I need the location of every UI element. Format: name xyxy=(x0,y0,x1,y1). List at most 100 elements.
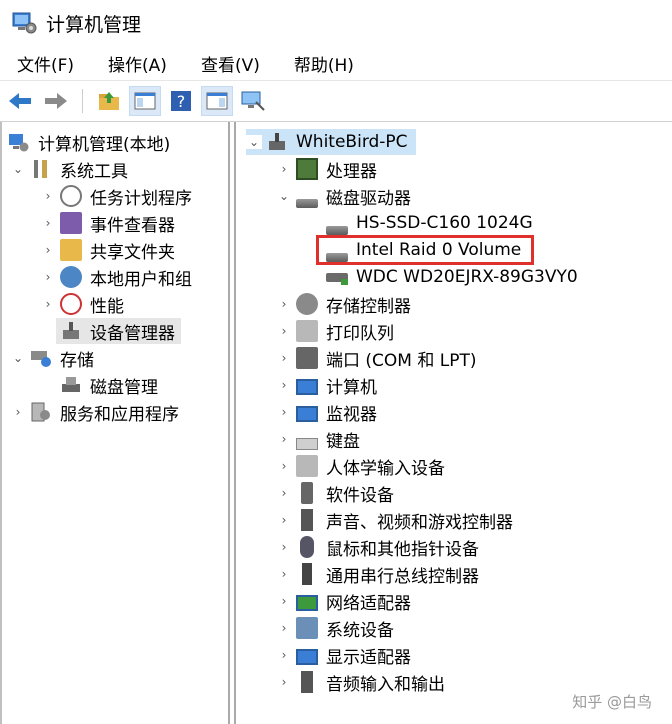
tree-item-computer[interactable]: › 计算机 xyxy=(276,372,379,398)
keyboard-icon xyxy=(296,438,318,450)
tree-item-whitebird-pc[interactable]: ⌄ WhiteBird-PC xyxy=(246,129,416,155)
chevron-right-icon[interactable]: › xyxy=(40,243,56,257)
tree-item-services-applications[interactable]: › 服务和应用程序 xyxy=(10,399,181,425)
show-hide-tree-icon[interactable] xyxy=(129,86,161,116)
chevron-right-icon[interactable]: › xyxy=(276,621,292,635)
chevron-right-icon[interactable]: › xyxy=(276,567,292,581)
printer-icon xyxy=(296,320,318,342)
tree-item-monitors[interactable]: › 监视器 xyxy=(276,399,379,425)
clock-icon xyxy=(60,185,82,207)
system-device-icon xyxy=(296,617,318,639)
computer-icon xyxy=(296,379,318,395)
usb-icon xyxy=(302,563,312,585)
chevron-right-icon[interactable]: › xyxy=(276,675,292,689)
disk-drive-icon xyxy=(326,225,348,235)
computer-management-icon xyxy=(8,131,30,153)
tree-item-mice[interactable]: › 鼠标和其他指针设备 xyxy=(276,534,481,560)
tree-item-disk-wdc[interactable]: WDC WD20EJRX-89G3VY0 xyxy=(322,264,580,290)
network-adapter-icon xyxy=(296,595,318,611)
tree-item-usb-controllers[interactable]: › 通用串行总线控制器 xyxy=(276,561,481,587)
tree-item-local-users-groups[interactable]: › 本地用户和组 xyxy=(40,264,194,290)
tree-item-processors[interactable]: › 处理器 xyxy=(276,156,379,182)
toolbar: ? xyxy=(0,80,672,122)
mouse-icon xyxy=(300,536,314,558)
tree-item-system-tools[interactable]: ⌄ 系统工具 xyxy=(10,156,130,182)
chevron-right-icon[interactable]: › xyxy=(40,189,56,203)
tree-item-software-devices[interactable]: › 软件设备 xyxy=(276,480,396,506)
chevron-right-icon[interactable]: › xyxy=(276,378,292,392)
menu-action[interactable]: 操作(A) xyxy=(91,51,184,76)
title-bar: 计算机管理 xyxy=(0,0,672,46)
users-icon xyxy=(60,266,82,288)
device-manager-icon xyxy=(60,320,82,342)
tree-item-computer-management[interactable]: 计算机管理(本地) xyxy=(8,129,172,155)
tree-item-device-manager[interactable]: 设备管理器 xyxy=(56,318,181,344)
tree-item-disk-drives[interactable]: ⌄ 磁盘驱动器 xyxy=(276,183,413,209)
tree-item-keyboards[interactable]: › 键盘 xyxy=(276,426,362,452)
menu-file[interactable]: 文件(F) xyxy=(0,51,91,76)
tree-item-network-adapters[interactable]: › 网络适配器 xyxy=(276,588,413,614)
device-tree: ⌄ WhiteBird-PC › 处理器 ⌄ 磁盘驱动器 HS-SSD-C160… xyxy=(234,122,672,724)
monitor-icon[interactable] xyxy=(237,86,269,116)
tree-item-ports[interactable]: › 端口 (COM 和 LPT) xyxy=(276,345,479,371)
chevron-down-icon[interactable]: ⌄ xyxy=(246,135,262,149)
tree-item-storage-controllers[interactable]: › 存储控制器 xyxy=(276,291,413,317)
performance-icon xyxy=(60,293,82,315)
tree-item-shared-folders[interactable]: › 共享文件夹 xyxy=(40,237,177,263)
menu-help[interactable]: 帮助(H) xyxy=(277,51,371,76)
tree-item-sound-video-game[interactable]: › 声音、视频和游戏控制器 xyxy=(276,507,515,533)
tree-item-task-scheduler[interactable]: › 任务计划程序 xyxy=(40,183,194,209)
chevron-down-icon[interactable]: ⌄ xyxy=(10,162,26,176)
watermark: 知乎 @白鸟 xyxy=(572,693,652,711)
chevron-right-icon[interactable]: › xyxy=(276,540,292,554)
speaker-icon xyxy=(301,509,313,531)
tree-item-print-queues[interactable]: › 打印队列 xyxy=(276,318,396,344)
chevron-right-icon[interactable]: › xyxy=(276,432,292,446)
chevron-right-icon[interactable]: › xyxy=(276,297,292,311)
tree-item-hid[interactable]: › 人体学输入设备 xyxy=(276,453,447,479)
window-title: 计算机管理 xyxy=(46,13,142,36)
up-folder-icon[interactable] xyxy=(93,86,125,116)
chevron-right-icon[interactable]: › xyxy=(276,594,292,608)
help-icon[interactable]: ? xyxy=(165,86,197,116)
back-icon[interactable] xyxy=(4,86,36,116)
tree-item-display-adapters[interactable]: › 显示适配器 xyxy=(276,642,413,668)
chevron-right-icon[interactable]: › xyxy=(40,270,56,284)
properties-icon[interactable] xyxy=(201,86,233,116)
chevron-right-icon[interactable]: › xyxy=(40,297,56,311)
event-viewer-icon xyxy=(60,212,82,234)
chevron-down-icon[interactable]: ⌄ xyxy=(276,189,292,203)
chevron-right-icon[interactable]: › xyxy=(276,648,292,662)
disk-management-icon xyxy=(60,374,82,396)
tree-item-disk-management[interactable]: 磁盘管理 xyxy=(56,372,160,398)
monitor-icon xyxy=(296,406,318,422)
chevron-right-icon[interactable]: › xyxy=(276,513,292,527)
tree-item-event-viewer[interactable]: › 事件查看器 xyxy=(40,210,177,236)
tree-item-storage[interactable]: ⌄ 存储 xyxy=(10,345,96,371)
chevron-right-icon[interactable]: › xyxy=(276,459,292,473)
forward-icon[interactable] xyxy=(40,86,72,116)
computer-management-icon xyxy=(12,11,38,35)
svg-text:?: ? xyxy=(177,92,186,111)
chevron-right-icon[interactable]: › xyxy=(276,486,292,500)
disk-drive-icon xyxy=(326,266,348,288)
tools-icon xyxy=(30,158,52,180)
audio-icon xyxy=(301,671,313,693)
chevron-right-icon[interactable]: › xyxy=(276,162,292,176)
menu-view[interactable]: 查看(V) xyxy=(184,51,277,76)
chevron-right-icon[interactable]: › xyxy=(276,405,292,419)
chevron-right-icon[interactable]: › xyxy=(10,405,26,419)
storage-controller-icon xyxy=(296,293,318,315)
chevron-right-icon[interactable]: › xyxy=(40,216,56,230)
tree-item-performance[interactable]: › 性能 xyxy=(40,291,126,317)
chevron-right-icon[interactable]: › xyxy=(276,324,292,338)
chevron-down-icon[interactable]: ⌄ xyxy=(10,351,26,365)
services-icon xyxy=(30,401,52,423)
port-icon xyxy=(296,347,318,369)
highlight-box xyxy=(316,235,534,265)
tree-item-audio-io[interactable]: › 音频输入和输出 xyxy=(276,669,447,695)
software-device-icon xyxy=(301,482,313,504)
tree-item-system-devices[interactable]: › 系统设备 xyxy=(276,615,396,641)
chevron-right-icon[interactable]: › xyxy=(276,351,292,365)
tree-item-disk-hs-ssd[interactable]: HS-SSD-C160 1024G xyxy=(322,210,535,236)
